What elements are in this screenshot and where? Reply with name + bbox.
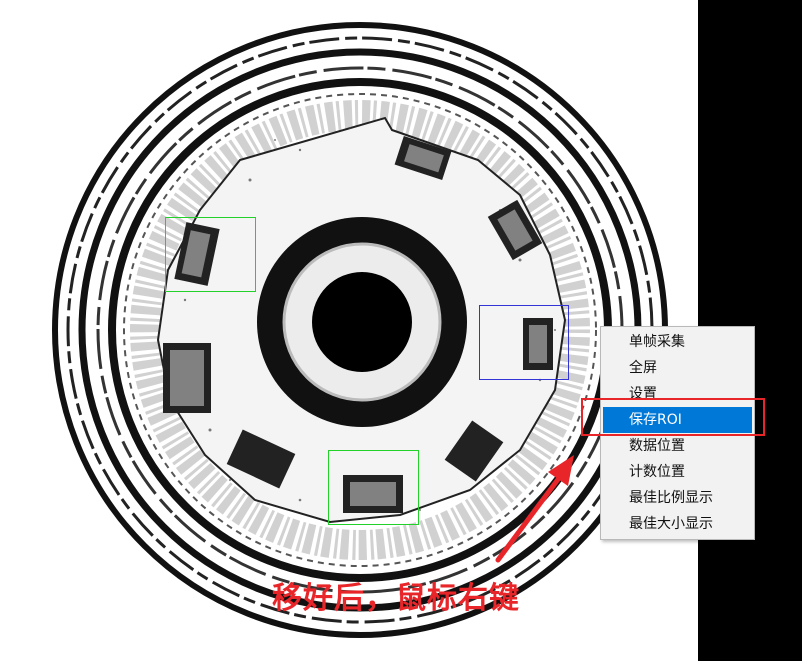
gear-image [52,22,668,638]
annotation-highlight-box [581,398,765,436]
image-canvas[interactable] [0,0,698,661]
menu-item-best-size-display[interactable]: 最佳大小显示 [603,511,752,537]
annotation-text: 移好后，鼠标右键 [272,581,520,616]
roi-box-right-selected[interactable] [479,305,569,380]
menu-item-data-position[interactable]: 数据位置 [603,433,752,459]
menu-item-fullscreen[interactable]: 全屏 [603,355,752,381]
menu-item-best-ratio-display[interactable]: 最佳比例显示 [603,485,752,511]
menu-item-count-position[interactable]: 计数位置 [603,459,752,485]
roi-box-left[interactable] [165,217,256,292]
roi-box-bottom[interactable] [328,450,419,525]
menu-item-single-frame-capture[interactable]: 单帧采集 [603,329,752,355]
